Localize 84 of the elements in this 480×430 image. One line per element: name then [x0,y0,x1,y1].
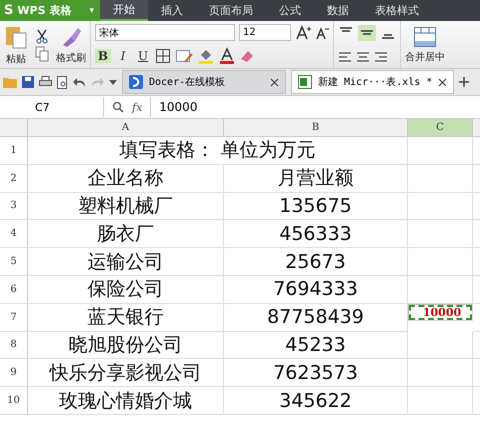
table-cell: 企业名称 [28,164,224,193]
formula-input[interactable]: 10000 [150,97,480,117]
row-header[interactable]: 4 [0,220,28,248]
align-left-icon[interactable] [338,50,352,64]
format-painter-button[interactable]: 格式刷 [56,50,86,64]
document-tab[interactable]: Docer-在线模板 [122,70,286,94]
table-cell: 塑料机械厂 [28,192,224,220]
ribbon-tab[interactable]: 表格样式 [362,0,432,21]
caret-icon[interactable] [109,80,117,84]
new-tab-icon[interactable] [459,77,470,87]
row-header[interactable]: 3 [0,192,28,220]
row-header[interactable]: 5 [0,248,28,276]
scissors-icon[interactable] [34,28,50,44]
app-menu-button[interactable]: S WPS 表格 ▾ [0,0,100,21]
row-header[interactable]: 10 [0,387,28,415]
table-cell: 345622 [224,387,408,415]
underline-button[interactable]: U [135,49,151,63]
borders-icon[interactable] [155,48,171,64]
italic-button[interactable]: I [115,49,131,63]
print-preview-icon[interactable] [57,76,68,88]
font-dropdown[interactable]: 宋体 [95,24,235,41]
table-cell: 蓝天银行 [28,304,224,332]
table-cell: 7623573 [224,359,408,388]
row-header[interactable]: 6 [0,276,28,304]
save-icon[interactable] [22,76,34,88]
table-style-icon[interactable] [175,48,193,64]
table-cell: 填写表格： 单位为万元 [28,137,408,165]
column-header[interactable]: A [28,119,224,137]
zoom-icon[interactable] [112,101,124,113]
paste-button[interactable]: 粘贴 [6,52,26,66]
table-cell: 快乐分享影视公司 [28,359,224,388]
print-icon[interactable] [39,76,52,88]
empty-cell [408,137,473,165]
document-tab[interactable]: 新建 Micr···表.xls * [291,70,454,94]
table-cell: 135675 [224,192,408,220]
table-cell: 运输公司 [28,248,224,276]
table-cell: 晓旭股份公司 [28,332,224,360]
docer-logo-icon [129,75,143,89]
selected-cell: 10000 [408,304,473,321]
empty-cell [408,192,473,220]
merge-center-button[interactable]: 合并居中 [405,50,445,64]
align-center-icon[interactable] [356,50,370,64]
ribbon-tab[interactable]: 页面布局 [196,0,266,21]
empty-cell [408,332,473,360]
table-cell: 玫瑰心情婚介城 [28,387,224,415]
font-color-icon[interactable] [219,47,235,65]
column-header[interactable]: B [224,119,408,137]
table-cell: 7694333 [224,276,408,304]
empty-cell [408,220,473,248]
grow-font-icon[interactable] [295,24,311,40]
merge-cells-icon[interactable] [413,26,437,48]
row-header[interactable]: 1 [0,137,28,165]
ribbon-tab[interactable]: 插入 [148,0,196,21]
name-box[interactable]: C7 [0,97,104,117]
empty-cell [408,387,473,415]
table-cell: 25673 [224,248,408,276]
close-icon[interactable] [270,78,279,86]
close-icon[interactable] [438,78,448,86]
row-header[interactable]: 2 [0,164,28,193]
table-cell: 45233 [224,332,408,360]
align-right-icon[interactable] [374,50,388,64]
row-header[interactable]: 7 [0,304,28,332]
column-header[interactable]: C [408,119,473,137]
ribbon-tab[interactable]: 公式 [266,0,314,21]
table-cell: 月营业额 [224,164,408,193]
empty-cell [408,164,473,193]
shrink-font-icon[interactable] [315,26,329,40]
table-cell: 保险公司 [28,276,224,304]
row-header[interactable]: 8 [0,332,28,360]
ribbon-tab[interactable]: 开始 [100,0,148,21]
bold-button[interactable]: B [95,49,111,63]
font-size-dropdown[interactable]: 12 [239,24,291,41]
function-button[interactable]: fx [132,100,142,114]
undo-icon[interactable] [73,76,86,88]
spreadsheet-icon [298,75,312,89]
align-middle-icon[interactable] [358,25,376,42]
fill-color-icon[interactable] [197,47,215,65]
empty-cell [408,359,473,388]
empty-cell [408,248,473,276]
ribbon-tab[interactable]: 数据 [314,0,362,21]
row-header[interactable]: 9 [0,359,28,388]
table-cell: 肠衣厂 [28,220,224,248]
table-cell: 87758439 [224,304,408,332]
table-cell: 456333 [224,220,408,248]
